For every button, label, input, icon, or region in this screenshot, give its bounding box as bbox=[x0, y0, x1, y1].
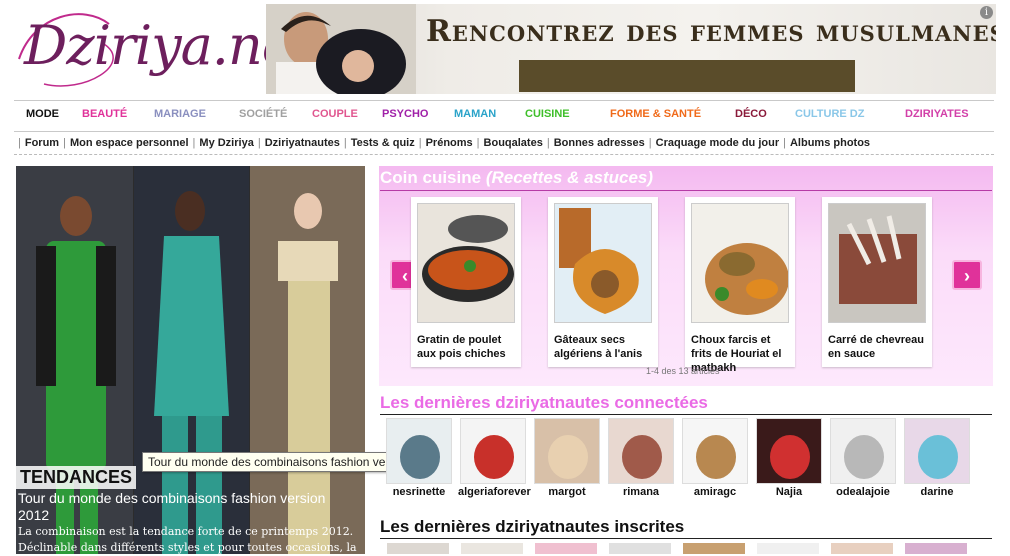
category-link[interactable]: CUISINE bbox=[525, 108, 570, 120]
avatar bbox=[460, 418, 526, 484]
registered-avatar[interactable] bbox=[461, 543, 523, 554]
category-nav: MODE BEAUTÉ MARIAGE SOCIÉTÉ COUPLE PSYCHO MAMA… bbox=[14, 100, 994, 132]
avatar bbox=[904, 418, 970, 484]
recipe-title: Gâteaux secs algériens à l'anis bbox=[554, 334, 643, 360]
connected-users-title[interactable]: Les dernières dziriyatnautes connectées bbox=[380, 393, 708, 413]
category-link[interactable]: MAMAN bbox=[454, 108, 496, 120]
kitchen-title-sub: (Recettes & astuces) bbox=[485, 168, 654, 187]
username: rimana bbox=[622, 486, 660, 498]
subnav-link[interactable]: My Dziriya bbox=[199, 137, 253, 149]
recipe-title: Carré de chevreau en sauce bbox=[828, 334, 924, 360]
username: odealajoie bbox=[836, 486, 890, 498]
banner-bar bbox=[519, 60, 855, 92]
category-link[interactable]: PSYCHO bbox=[382, 108, 428, 120]
kitchen-title[interactable]: Coin cuisine (Recettes & astuces) bbox=[380, 168, 653, 188]
registered-divider bbox=[380, 538, 992, 539]
kitchen-title-main: Coin cuisine bbox=[380, 168, 482, 187]
nav-separator: | bbox=[648, 137, 652, 149]
category-link[interactable]: CULTURE DZ bbox=[795, 108, 864, 120]
recipe-photo bbox=[417, 203, 515, 323]
recipe-photo bbox=[554, 203, 652, 323]
username: darine bbox=[920, 486, 954, 498]
registered-avatar[interactable] bbox=[757, 543, 819, 554]
recipe-photo bbox=[828, 203, 926, 323]
nav-separator: | bbox=[63, 137, 66, 149]
recipe-card[interactable]: Gratin de poulet aux pois chiches bbox=[411, 197, 521, 367]
category-link[interactable]: BEAUTÉ bbox=[82, 108, 127, 120]
site-logo[interactable]: Dziriya.net bbox=[14, 4, 314, 94]
subnav-link[interactable]: Forum bbox=[25, 137, 59, 149]
username: nesrinette bbox=[392, 486, 446, 498]
registered-avatar[interactable] bbox=[387, 543, 449, 554]
avatar bbox=[682, 418, 748, 484]
registered-avatar[interactable] bbox=[905, 543, 967, 554]
registered-avatar[interactable] bbox=[609, 543, 671, 554]
recipe-photo bbox=[691, 203, 789, 323]
category-link[interactable]: MODE bbox=[26, 108, 59, 120]
category-link[interactable]: DÉCO bbox=[735, 108, 767, 120]
fashion-article-title[interactable]: Tour du monde des combinaisons fashion v… bbox=[18, 490, 358, 524]
username: amiragc bbox=[693, 486, 737, 498]
nav-separator: | bbox=[257, 137, 261, 149]
registered-avatar[interactable] bbox=[535, 543, 597, 554]
connected-user[interactable]: margot bbox=[532, 418, 602, 498]
nav-separator: | bbox=[476, 137, 480, 149]
subnav-link[interactable]: Tests & quiz bbox=[351, 137, 415, 149]
next-arrow-button[interactable]: › bbox=[952, 260, 982, 290]
recipe-card[interactable]: Carré de chevreau en sauce bbox=[822, 197, 932, 367]
connected-user[interactable]: odealajoie bbox=[828, 418, 898, 498]
nav-separator: | bbox=[18, 137, 21, 149]
avatar bbox=[386, 418, 452, 484]
site-header: Dziriya.net Rencontrez des femmes musulm… bbox=[0, 0, 1010, 98]
connected-user[interactable]: darine bbox=[902, 418, 972, 498]
avatar bbox=[608, 418, 674, 484]
category-link[interactable]: MARIAGE bbox=[154, 108, 206, 120]
registered-avatar[interactable] bbox=[683, 543, 745, 554]
recipe-title: Gratin de poulet aux pois chiches bbox=[417, 334, 506, 360]
registered-users-title[interactable]: Les dernières dziriyatnautes inscrites bbox=[380, 517, 684, 537]
avatar bbox=[534, 418, 600, 484]
category-link[interactable]: SOCIÉTÉ bbox=[239, 108, 287, 120]
username: algeriaforever bbox=[458, 486, 531, 498]
info-icon[interactable]: i bbox=[980, 6, 993, 19]
subnav-link[interactable]: Mon espace personnel bbox=[70, 137, 189, 149]
ad-banner[interactable]: Rencontrez des femmes musulmanes bbox=[266, 4, 996, 94]
connected-user[interactable]: nesrinette bbox=[384, 418, 454, 498]
category-link[interactable]: COUPLE bbox=[312, 108, 358, 120]
username: margot bbox=[548, 486, 586, 498]
connected-user[interactable]: Najia bbox=[754, 418, 824, 498]
recipe-card[interactable]: Choux farcis et frits de Houriat el matb… bbox=[685, 197, 795, 374]
subnav-link[interactable]: Bouqalates bbox=[484, 137, 543, 149]
nav-separator: | bbox=[192, 137, 196, 149]
category-link[interactable]: FORME & SANTÉ bbox=[610, 108, 701, 120]
username: Najia bbox=[775, 486, 803, 498]
banner-headline: Rencontrez des femmes musulmanes bbox=[426, 14, 996, 49]
tendances-label: TENDANCES bbox=[16, 466, 137, 489]
couple-photo bbox=[266, 4, 416, 94]
registered-avatar[interactable] bbox=[831, 543, 893, 554]
connected-divider bbox=[380, 414, 992, 415]
carousel-pager: 1-4 des 13 articles bbox=[646, 366, 720, 376]
connected-user[interactable]: algeriaforever bbox=[458, 418, 531, 498]
nav-separator: | bbox=[783, 137, 786, 149]
nav-separator: | bbox=[546, 137, 550, 149]
nav-separator: | bbox=[343, 137, 347, 149]
nav-separator: | bbox=[418, 137, 422, 149]
fashion-article-description: La combinaison est la tendance forte de … bbox=[18, 525, 357, 554]
subnav-link[interactable]: Dziriyatnautes bbox=[265, 137, 340, 149]
category-link[interactable]: DZIRIYATES bbox=[905, 108, 969, 120]
subnav-link[interactable]: Prénoms bbox=[426, 137, 473, 149]
subnav-link[interactable]: Craquage mode du jour bbox=[656, 137, 779, 149]
avatar bbox=[830, 418, 896, 484]
kitchen-divider bbox=[380, 190, 992, 191]
connected-user[interactable]: rimana bbox=[606, 418, 676, 498]
subnav-link[interactable]: Bonnes adresses bbox=[554, 137, 645, 149]
subnav-link[interactable]: Albums photos bbox=[790, 137, 870, 149]
connected-user[interactable]: amiragc bbox=[680, 418, 750, 498]
avatar bbox=[756, 418, 822, 484]
recipe-card[interactable]: Gâteaux secs algériens à l'anis bbox=[548, 197, 658, 367]
sub-nav: | Forum | Mon espace personnel | My Dziriya | D… bbox=[14, 133, 994, 155]
